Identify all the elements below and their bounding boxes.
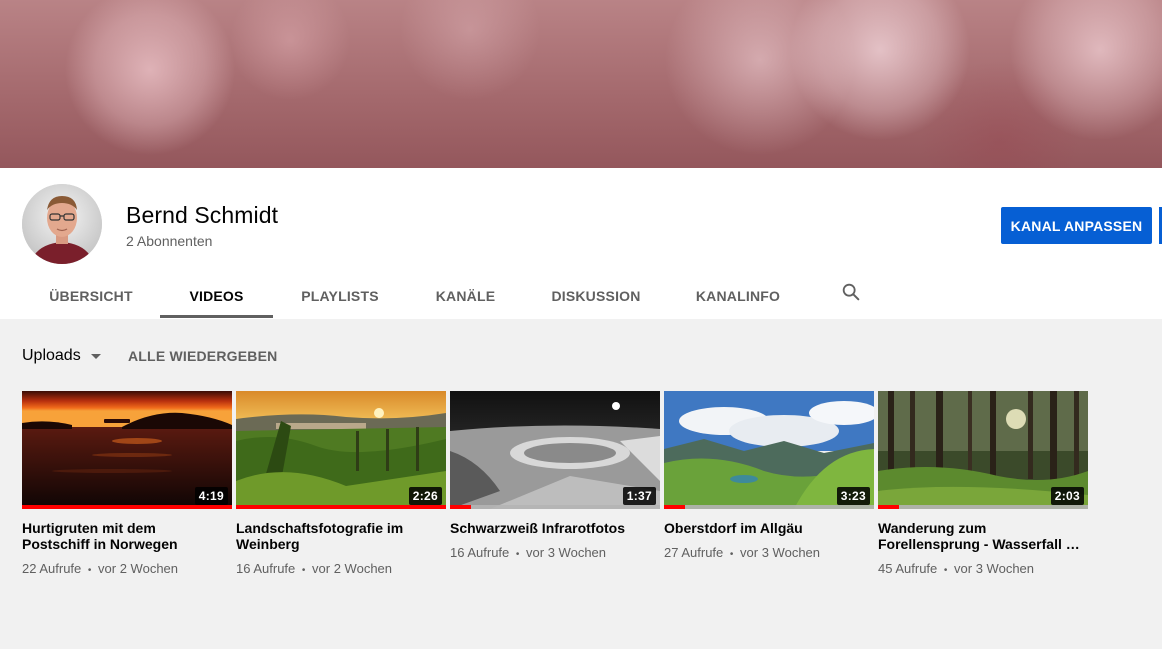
video-title[interactable]: Wanderung zum Forellensprung - Wasserfal… — [878, 520, 1088, 552]
upload-age: vor 3 Wochen — [954, 561, 1035, 576]
video-meta: 45 Aufrufe • vor 3 Wochen — [878, 561, 1088, 579]
meta-separator: • — [87, 565, 92, 576]
meta-separator: • — [729, 549, 734, 560]
watch-progress-bar — [878, 505, 899, 509]
tab-overview[interactable]: ÜBERSICHT — [22, 272, 160, 319]
video-item[interactable]: 2:03 Wanderung zum Forellensprung - Wass… — [878, 391, 1088, 579]
view-count: 45 Aufrufe — [878, 561, 938, 576]
upload-age: vor 3 Wochen — [526, 545, 607, 560]
video-thumbnail[interactable]: 2:03 — [878, 391, 1088, 509]
video-meta: 16 Aufrufe • vor 3 Wochen — [450, 545, 660, 563]
watch-progress-bar — [450, 505, 471, 509]
uploads-dropdown[interactable]: Uploads — [22, 346, 101, 366]
channel-name: Bernd Schmidt — [126, 202, 279, 228]
upload-age: vor 2 Wochen — [98, 561, 179, 576]
video-item[interactable]: 3:23 Oberstdorf im Allgäu 27 Aufrufe • v… — [664, 391, 874, 563]
video-duration: 2:26 — [408, 487, 442, 505]
video-duration: 1:37 — [622, 487, 656, 505]
watch-progress-bar — [22, 505, 232, 509]
video-meta: 16 Aufrufe • vor 2 Wochen — [236, 561, 446, 579]
watch-progress-bar — [664, 505, 685, 509]
upload-age: vor 3 Wochen — [740, 545, 821, 560]
tab-about[interactable]: KANALINFO — [668, 272, 808, 319]
watch-progress-track — [664, 505, 874, 509]
video-title[interactable]: Oberstdorf im Allgäu — [664, 520, 874, 536]
video-thumbnail[interactable]: 3:23 — [664, 391, 874, 509]
video-meta: 22 Aufrufe • vor 2 Wochen — [22, 561, 232, 579]
caret-down-icon — [90, 353, 101, 359]
tab-discussion[interactable]: DISKUSSION — [524, 272, 668, 319]
video-duration: 2:03 — [1050, 487, 1084, 505]
video-duration: 4:19 — [194, 487, 228, 505]
view-count: 22 Aufrufe — [22, 561, 82, 576]
meta-separator: • — [515, 549, 520, 560]
view-count: 27 Aufrufe — [664, 545, 724, 560]
upload-age: vor 2 Wochen — [312, 561, 393, 576]
video-item[interactable]: 1:37 Schwarzweiß Infrarotfotos 16 Aufruf… — [450, 391, 660, 563]
meta-separator: • — [943, 565, 948, 576]
channel-banner — [0, 0, 1162, 168]
tab-videos[interactable]: VIDEOS — [160, 272, 273, 319]
play-all-button[interactable]: ALLE WIEDERGEBEN — [128, 348, 277, 364]
video-title[interactable]: Hurtigruten mit dem Postschiff in Norweg… — [22, 520, 232, 552]
video-item[interactable]: 4:19 Hurtigruten mit dem Postschiff in N… — [22, 391, 232, 579]
customize-channel-button[interactable]: KANAL ANPASSEN — [1001, 207, 1152, 244]
avatar-photo — [22, 184, 102, 264]
meta-separator: • — [301, 565, 306, 576]
video-duration: 3:23 — [836, 487, 870, 505]
channel-tabs: ÜBERSICHT VIDEOS PLAYLISTS KANÄLE DISKUS… — [0, 272, 1162, 319]
watch-progress-track — [450, 505, 660, 509]
tab-channels[interactable]: KANÄLE — [407, 272, 524, 319]
video-title[interactable]: Landschaftsfotografie im Weinberg — [236, 520, 446, 552]
view-count: 16 Aufrufe — [236, 561, 296, 576]
video-thumbnail[interactable]: 4:19 — [22, 391, 232, 509]
video-thumbnail[interactable]: 1:37 — [450, 391, 660, 509]
watch-progress-track — [878, 505, 1088, 509]
view-count: 16 Aufrufe — [450, 545, 510, 560]
channel-avatar[interactable] — [22, 184, 102, 264]
video-meta: 27 Aufrufe • vor 3 Wochen — [664, 545, 874, 563]
channel-header: Bernd Schmidt 2 Abonnenten KANAL ANPASSE… — [0, 168, 1162, 319]
video-title[interactable]: Schwarzweiß Infrarotfotos — [450, 520, 660, 536]
search-icon[interactable] — [840, 281, 862, 303]
video-thumbnail[interactable]: 2:26 — [236, 391, 446, 509]
video-item[interactable]: 2:26 Landschaftsfotografie im Weinberg 1… — [236, 391, 446, 579]
subscriber-count: 2 Abonnenten — [126, 233, 213, 249]
watch-progress-bar — [236, 505, 446, 509]
uploads-label: Uploads — [22, 347, 81, 364]
tab-playlists[interactable]: PLAYLISTS — [273, 272, 407, 319]
